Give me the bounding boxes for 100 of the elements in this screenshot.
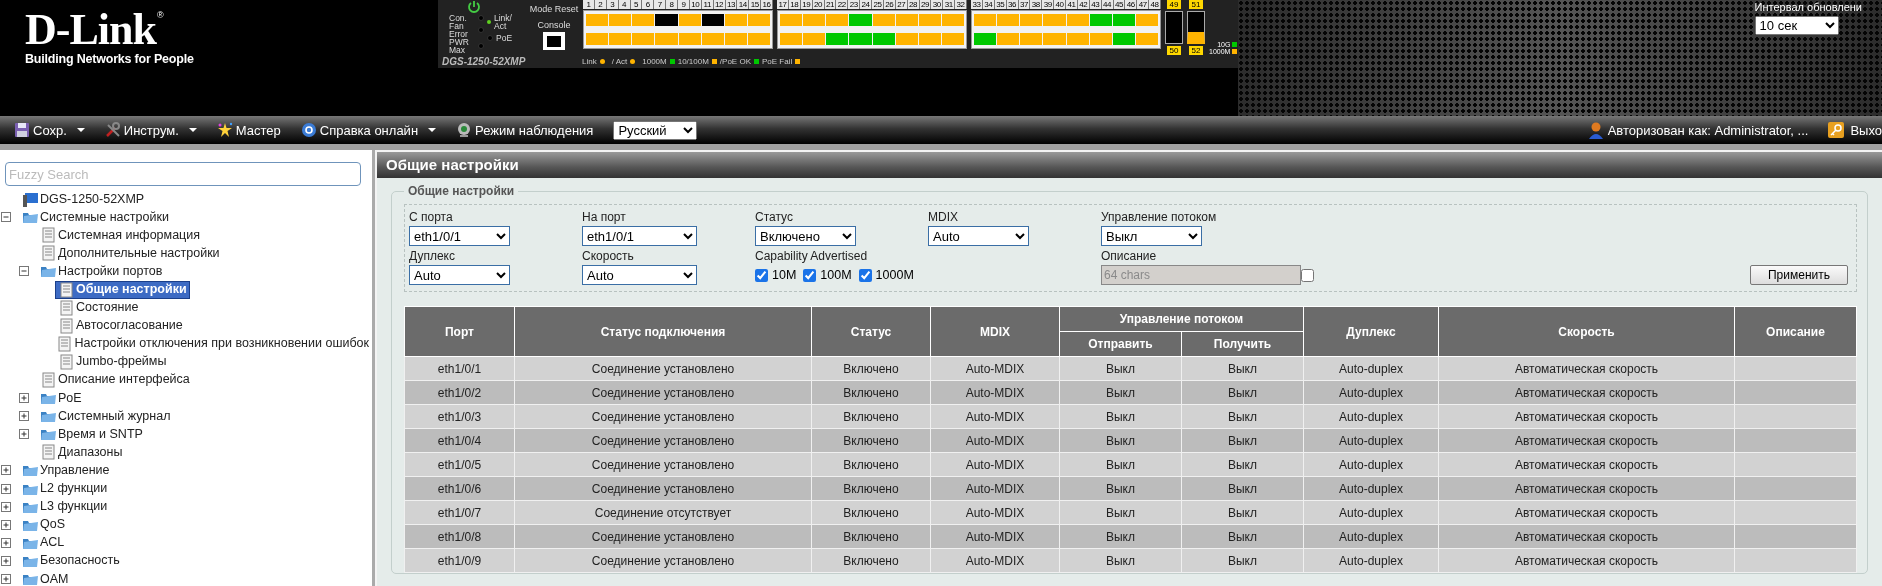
expand-icon[interactable] [1,465,11,476]
tools-icon [104,122,121,138]
port-number: 4 [618,0,631,9]
port-number: 12 [713,0,726,9]
tree-item[interactable]: Автосогласование [55,316,186,335]
search-field[interactable]: Fuzzy Search [5,162,361,186]
language-dropdown[interactable]: Русский [613,120,698,140]
tree-item[interactable]: Системные настройки [19,208,172,227]
table-cell: eth1/0/1 [404,356,515,381]
table-cell: Auto-duplex [1303,452,1439,477]
model-name: DGS-1250-52XMP [442,55,527,67]
toolbar-menu[interactable]: Сохр. [14,122,85,138]
table-cell: Автоматическая скорость [1438,476,1735,501]
checkbox-label: 1000M [875,268,914,282]
tree-item[interactable]: Системная информация [37,226,204,245]
expand-icon[interactable] [19,411,29,422]
table-cell: Выкл [1059,428,1182,453]
table-cell: Auto-duplex [1303,428,1439,453]
toolbar-menu[interactable]: Режим наблюдения [456,122,594,138]
tree-item[interactable]: Состояние [55,298,142,317]
dropdown[interactable]: Включено [755,226,856,246]
table-cell: Auto-MDIX [930,548,1060,573]
dropdown[interactable]: eth1/0/1 [409,226,510,246]
table-cell: Включено [811,500,931,525]
table-cell: Соединение установлено [514,476,812,501]
tree-item[interactable]: QoS [19,515,68,534]
table-cell: Auto-MDIX [930,380,1060,405]
legend-label: PoE Fail [762,56,793,66]
table-cell: Автоматическая скорость [1438,380,1735,405]
toolbar-menu[interactable]: Инструм. [104,122,197,138]
tree-item[interactable]: Настройки отключения при возникновении ошибок [53,334,372,353]
tree-item[interactable]: Системный журнал [37,407,174,426]
toolbar-menu[interactable]: Мастер [216,122,281,138]
table-cell: eth1/0/8 [404,524,515,549]
table-cell: Включено [811,452,931,477]
expand-icon[interactable] [1,537,11,548]
expand-icon[interactable] [19,393,29,404]
tree-item[interactable]: Управление [19,461,113,480]
document-icon [40,372,56,388]
field-label: На порт [582,209,627,226]
field-label: MDIX [928,209,959,226]
legend-label: 10/100M [677,56,709,66]
table-cell: Auto-duplex [1303,380,1439,405]
tree-item[interactable]: Общие настройки [55,280,190,299]
port-number: 3 [606,0,619,9]
dropdown[interactable]: Выкл [1101,226,1202,246]
power-icon [466,0,482,14]
tree-item[interactable]: Настройки портов [37,262,166,281]
port-number: 10 [689,0,702,9]
tree-item[interactable]: PoE [37,389,85,408]
port-number: 41 [1066,0,1078,9]
tree-item[interactable]: L2 функции [19,479,111,498]
expand-icon[interactable] [1,519,11,530]
help-icon [300,122,317,138]
expand-icon[interactable] [1,574,11,584]
refresh-dropdown[interactable]: 10 сек [1754,16,1839,35]
registered-mark: ® [156,10,164,20]
logout-button[interactable]: Выхо [1828,122,1882,138]
field-label: Скорость [582,248,635,265]
dropdown[interactable]: Auto [582,265,697,285]
checkbox[interactable] [803,268,817,282]
apply-button[interactable]: Применить [1750,265,1848,285]
tree-item[interactable]: DGS-1250-52XMP [19,190,148,209]
field-label: С порта [409,209,454,226]
field-label: Управление потоком [1101,209,1218,226]
tree-item[interactable]: Дополнительные настройки [37,244,223,263]
table-cell: Auto-MDIX [930,524,1060,549]
table-cell: Автоматическая скорость [1438,404,1735,429]
table-cell: eth1/0/5 [404,452,515,477]
tree-item[interactable]: Время и SNTP [37,425,146,444]
expand-icon[interactable] [1,555,11,566]
port-number: 44 [1101,0,1114,9]
table-cell: eth1/0/6 [404,476,515,501]
collapse-icon[interactable] [19,266,29,277]
checkbox[interactable] [755,268,768,282]
dropdown[interactable]: eth1/0/1 [582,226,697,246]
expand-icon[interactable] [1,483,11,494]
checkbox[interactable] [858,268,872,282]
tree-item[interactable]: ACL [19,533,68,552]
column-header: Статус [811,306,931,357]
expand-icon[interactable] [19,429,29,440]
port-number: 42 [1077,0,1090,9]
table-cell: Выкл [1059,356,1182,381]
collapse-icon[interactable] [1,212,11,223]
toolbar-menu[interactable]: Справка онлайн [300,122,437,138]
tree-item[interactable]: L3 функции [19,497,111,516]
dropdown[interactable]: Auto [409,265,510,285]
document-icon [58,353,74,370]
dropdown[interactable]: Auto [928,226,1029,246]
tree-item[interactable]: Безопасность [19,551,123,570]
tree-item[interactable]: OAM [19,570,72,586]
table-cell: Auto-MDIX [930,452,1060,477]
expand-icon[interactable] [1,501,11,512]
tree-item[interactable]: Описание интерфейса [37,371,193,389]
tree-item[interactable]: Jumbo-фреймы [55,352,170,371]
table-cell: Автоматическая скорость [1438,524,1735,549]
mode-reset-label: Mode Reset [529,4,579,14]
led-label: Con. [449,14,468,22]
tree-item[interactable]: Диапазоны [37,443,126,462]
port-number: 48 [1149,0,1161,9]
